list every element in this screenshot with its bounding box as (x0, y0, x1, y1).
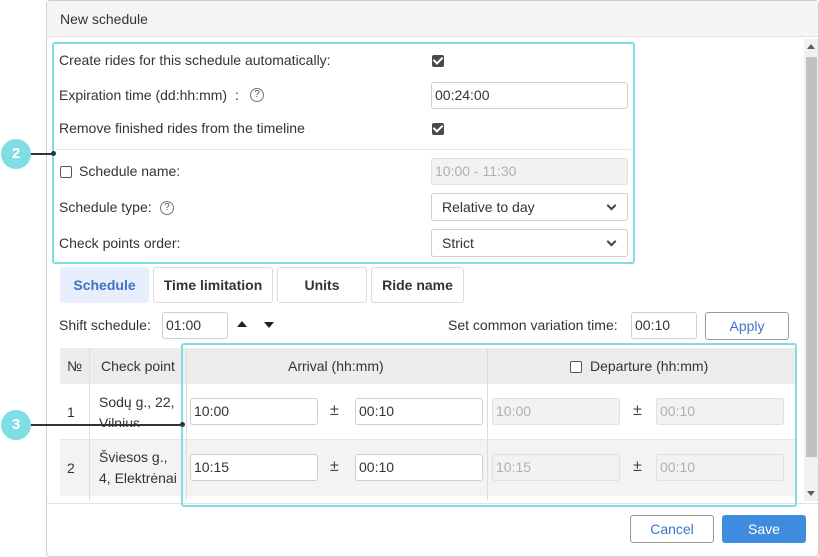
save-button[interactable]: Save (722, 515, 806, 543)
schedule-type-label: Schedule type: (59, 199, 152, 215)
apply-button[interactable]: Apply (705, 312, 789, 340)
header-check-point: Check point (101, 358, 175, 374)
arrival-input[interactable]: 10:00 (190, 398, 318, 425)
variation-input[interactable]: 00:10 (631, 312, 697, 339)
scroll-up-arrow-icon[interactable] (807, 44, 815, 49)
settings-divider (56, 149, 631, 150)
auto-create-label: Create rides for this schedule automatic… (59, 52, 331, 68)
departure-checkbox[interactable] (570, 361, 582, 373)
plus-minus-icon: ± (330, 402, 339, 419)
tab-time-limitation[interactable]: Time limitation (153, 267, 273, 303)
column-divider (186, 348, 187, 500)
arrival-input[interactable]: 10:15 (190, 454, 318, 481)
remove-finished-checkbox[interactable] (432, 123, 444, 135)
callout-leader-dot (180, 422, 185, 427)
expiration-input[interactable]: 00:24:00 (431, 82, 628, 109)
column-divider (487, 348, 488, 500)
shift-up-arrow-icon[interactable] (237, 321, 247, 327)
callout-marker-2: 2 (1, 139, 31, 169)
arrival-variation-input[interactable]: 00:10 (355, 454, 483, 481)
header-arrival: Arrival (hh:mm) (288, 358, 384, 374)
schedule-type-value: Relative to day (442, 199, 535, 215)
chevron-down-icon (606, 236, 617, 247)
header-number: № (67, 358, 83, 374)
cancel-button[interactable]: Cancel (630, 515, 714, 543)
vertical-scrollbar[interactable] (804, 39, 818, 501)
departure-variation-input[interactable]: 00:10 (656, 398, 784, 425)
expiration-label: Expiration time (dd:hh:mm) (59, 87, 228, 103)
tab-units[interactable]: Units (277, 267, 367, 303)
shift-schedule-label: Shift schedule: (59, 317, 151, 333)
plus-minus-icon: ± (330, 458, 339, 475)
checkpoints-order-select[interactable]: Strict (431, 229, 628, 257)
expiration-colon: : (235, 87, 239, 103)
checkpoints-order-value: Strict (442, 235, 474, 251)
schedule-name-checkbox[interactable] (60, 166, 72, 178)
row-number: 2 (67, 460, 75, 476)
variation-label: Set common variation time: (448, 317, 618, 333)
expiration-help-icon[interactable]: ? (250, 88, 264, 102)
footer-divider (47, 503, 818, 504)
callout-leader-dot (51, 151, 56, 156)
callout-marker-3: 3 (1, 410, 31, 440)
checkpoints-order-label: Check points order: (59, 235, 181, 251)
scroll-down-arrow-icon[interactable] (807, 491, 815, 496)
callout-leader-line (30, 424, 183, 426)
remove-finished-label: Remove finished rides from the timeline (59, 120, 305, 136)
row-divider (60, 439, 795, 440)
dialog-header: New schedule (47, 1, 818, 37)
tab-ride-name[interactable]: Ride name (371, 267, 464, 303)
row-number: 1 (67, 404, 75, 420)
shift-down-arrow-icon[interactable] (264, 322, 274, 328)
shift-schedule-input[interactable]: 01:00 (162, 312, 228, 339)
arrival-variation-input[interactable]: 00:10 (355, 398, 483, 425)
schedule-type-select[interactable]: Relative to day (431, 193, 628, 221)
schedule-name-label: Schedule name: (79, 163, 181, 179)
departure-input[interactable]: 10:00 (492, 398, 620, 425)
dialog-title: New schedule (60, 11, 148, 27)
check-point-name: Šviesos g., (99, 449, 168, 465)
plus-minus-icon: ± (633, 402, 642, 419)
check-point-name: Sodų g., 22, (99, 394, 175, 410)
schedule-type-help-icon[interactable]: ? (160, 201, 174, 215)
check-point-name: 4, Elektrėnai (99, 470, 177, 486)
chevron-down-icon (606, 200, 617, 211)
schedule-name-input[interactable]: 10:00 - 11:30 (431, 158, 628, 185)
departure-input[interactable]: 10:15 (492, 454, 620, 481)
plus-minus-icon: ± (633, 458, 642, 475)
scroll-thumb[interactable] (806, 57, 817, 457)
tab-schedule[interactable]: Schedule (60, 267, 149, 303)
auto-create-checkbox[interactable] (432, 55, 444, 67)
header-departure: Departure (hh:mm) (590, 358, 709, 374)
departure-variation-input[interactable]: 00:10 (656, 454, 784, 481)
